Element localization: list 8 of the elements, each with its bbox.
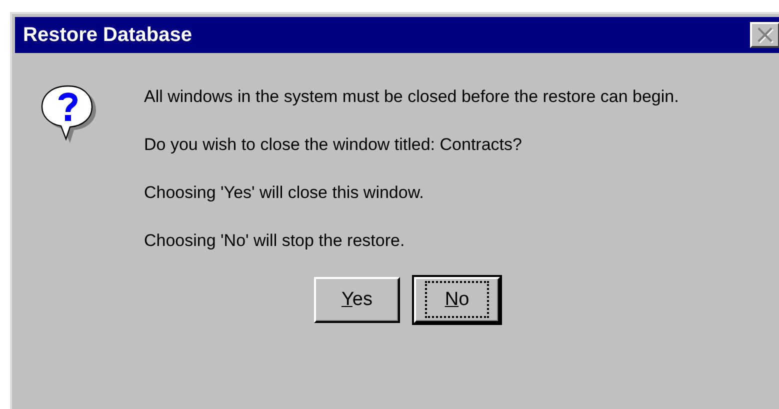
message-text: Choosing 'No' will stop the restore. bbox=[144, 230, 406, 252]
window-title: Restore Database bbox=[23, 24, 192, 46]
question-icon bbox=[40, 83, 96, 143]
dialog-button[interactable]: No bbox=[414, 277, 500, 323]
message-text: All windows in the system must be closed before the restore can begin. bbox=[144, 86, 680, 108]
message-text: Choosing 'Yes' will close this window. bbox=[144, 182, 425, 204]
dialog-button[interactable]: Yes bbox=[314, 277, 400, 323]
message-text: Do you wish to close the window titled: Contracts? bbox=[144, 134, 523, 156]
